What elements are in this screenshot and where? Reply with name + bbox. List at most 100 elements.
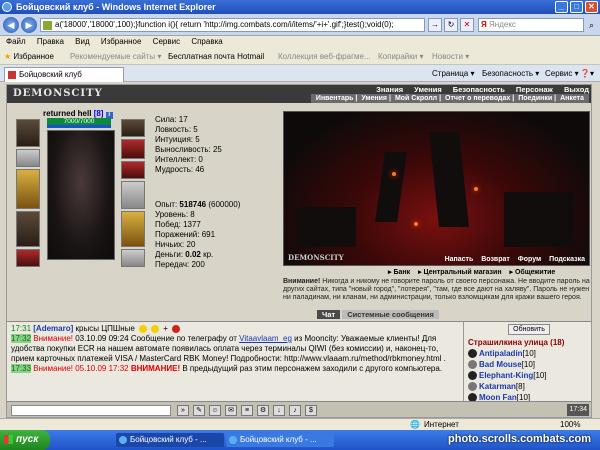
taskbar-item[interactable]: Бойцовский клуб - ... bbox=[226, 433, 334, 447]
filter-button[interactable]: ≡ bbox=[241, 405, 253, 416]
stop-button[interactable]: ✕ bbox=[460, 18, 474, 32]
online-user[interactable]: Elephant-King[10] bbox=[468, 370, 547, 381]
link-shop[interactable]: ▸ Центральный магазин bbox=[418, 269, 501, 276]
rings-slot[interactable] bbox=[121, 161, 145, 179]
scene-hint[interactable]: Подсказка bbox=[549, 256, 585, 263]
smiles-button[interactable]: ☺ bbox=[209, 405, 221, 416]
watermark: photo.scrolls.combats.com bbox=[448, 433, 592, 445]
chat-nick[interactable]: [Ademaro] bbox=[33, 324, 73, 333]
nav-security[interactable]: Безопасность bbox=[453, 85, 505, 94]
game-subnav: Инвентарь | Умения | Мой Скролл | Отчет о п… bbox=[310, 94, 589, 103]
window-title: Бойцовский клуб - Windows Internet Explo… bbox=[16, 2, 216, 12]
shield-slot[interactable] bbox=[121, 181, 145, 209]
page-menu[interactable]: Страница ▾ bbox=[432, 65, 475, 82]
settings-button[interactable]: ⚙ bbox=[257, 405, 269, 416]
close-button[interactable]: ✕ bbox=[585, 1, 598, 13]
tab-bar: Бойцовский клуб Страница ▾ Безопасность … bbox=[0, 65, 600, 82]
boots-slot[interactable] bbox=[121, 249, 145, 267]
fav-item-news[interactable]: Новости ▾ bbox=[432, 48, 469, 64]
page-icon bbox=[43, 21, 52, 30]
location-image[interactable]: DEMONSCITY Напасть Возврат Форум Подсказ… bbox=[283, 111, 590, 266]
online-user[interactable]: Bad Mouse[10] bbox=[468, 359, 535, 370]
nav-exit[interactable]: Выход bbox=[564, 85, 589, 94]
online-user[interactable]: Katarman[8] bbox=[468, 381, 525, 392]
chat-input[interactable] bbox=[11, 405, 171, 416]
menu-favorites[interactable]: Избранное bbox=[101, 37, 142, 46]
nav-skills[interactable]: Умения bbox=[414, 85, 442, 94]
search-icon[interactable]: ⌕ bbox=[585, 18, 598, 32]
amulet-slot[interactable] bbox=[121, 139, 145, 159]
subnav-inventory[interactable]: Инвентарь bbox=[316, 95, 354, 102]
menu-tools[interactable]: Сервис bbox=[153, 37, 180, 46]
fav-item-webslices[interactable]: Коллекция веб-фрагме... bbox=[278, 48, 371, 64]
scroll-button[interactable]: ↓ bbox=[273, 405, 285, 416]
subnav-profile[interactable]: Анкета bbox=[560, 95, 584, 102]
refresh-online-button[interactable]: Обновить bbox=[508, 324, 550, 335]
minimize-button[interactable]: _ bbox=[555, 1, 568, 13]
clear-button[interactable]: ✎ bbox=[193, 405, 205, 416]
draws: Ничьих: 20 bbox=[155, 240, 196, 249]
subnav-scroll[interactable]: Мой Скролл bbox=[395, 95, 437, 102]
chat-message: 17:33 Внимание! 05.10.09 17:32 ВНИМАНИЕ!… bbox=[11, 364, 443, 373]
private-button[interactable]: ✉ bbox=[225, 405, 237, 416]
scene-return[interactable]: Возврат bbox=[481, 256, 510, 263]
bracers-slot[interactable] bbox=[16, 149, 40, 167]
security-menu[interactable]: Безопасность ▾ bbox=[482, 65, 539, 82]
stat-intellect: Интеллект: 0 bbox=[155, 155, 203, 164]
menu-file[interactable]: Файл bbox=[6, 37, 26, 46]
help-menu[interactable]: ❓▾ bbox=[580, 65, 594, 82]
search-input[interactable]: Я Яндекс bbox=[478, 18, 584, 32]
address-input[interactable]: a('18000','18000',100);}function i(){ re… bbox=[40, 18, 425, 32]
belt-slot[interactable] bbox=[16, 249, 40, 267]
online-user[interactable]: Moon Fan[10] bbox=[468, 392, 530, 401]
back-button[interactable]: ◀ bbox=[3, 17, 19, 33]
link-bank[interactable]: ▸ Банк bbox=[388, 269, 410, 276]
rock-pillar bbox=[429, 132, 469, 227]
link-hostel[interactable]: ▸ Общежитие bbox=[510, 269, 556, 276]
ie-icon bbox=[229, 436, 237, 444]
maximize-button[interactable]: □ bbox=[570, 1, 583, 13]
rock-pillar bbox=[375, 152, 407, 222]
smiley-icon bbox=[151, 324, 160, 333]
nav-knowledge[interactable]: Знания bbox=[376, 85, 403, 94]
trade-button[interactable]: $ bbox=[305, 405, 317, 416]
menu-view[interactable]: Вид bbox=[75, 37, 89, 46]
nav-character[interactable]: Персонаж bbox=[516, 85, 553, 94]
stat-wisdom: Мудрость: 46 bbox=[155, 165, 205, 174]
forward-button[interactable]: ▶ bbox=[21, 17, 37, 33]
subnav-fights[interactable]: Поединки bbox=[518, 95, 552, 102]
taskbar-item[interactable]: Бойцовский клуб - ... bbox=[116, 433, 224, 447]
rose-icon bbox=[172, 324, 181, 333]
armor-slot[interactable] bbox=[16, 211, 40, 247]
go-button[interactable]: → bbox=[428, 18, 442, 32]
weapon-slot[interactable] bbox=[16, 169, 40, 209]
tab-active[interactable]: Бойцовский клуб bbox=[4, 67, 124, 82]
scene-forum[interactable]: Форум bbox=[518, 256, 541, 263]
stat-strength: Сила: 17 bbox=[155, 115, 188, 124]
earrings-slot[interactable] bbox=[121, 119, 145, 137]
menu-help[interactable]: Справка bbox=[191, 37, 222, 46]
legs-slot[interactable] bbox=[121, 211, 145, 247]
chat-log: 17:31 [Ademaro] крысы ЦПШные + 17:32 Вни… bbox=[7, 321, 463, 401]
tab-chat[interactable]: Чат bbox=[317, 310, 341, 319]
tab-system[interactable]: Системные сообщения bbox=[342, 310, 439, 319]
fav-item-copyright[interactable]: Копирайки ▾ bbox=[378, 48, 423, 64]
fav-item-hotmail[interactable]: Бесплатная почта Hotmail bbox=[168, 48, 264, 64]
favorites-bar: ★ Избранное Рекомендуемые сайты ▾ Беспла… bbox=[0, 48, 600, 65]
start-button[interactable]: пуск bbox=[0, 430, 50, 450]
subnav-skills[interactable]: Умения bbox=[361, 95, 387, 102]
character-level: [8] bbox=[93, 109, 104, 118]
favorites-button[interactable]: ★ Избранное bbox=[4, 48, 54, 64]
subnav-transfers[interactable]: Отчет о переводах bbox=[445, 95, 510, 102]
tools-menu[interactable]: Сервис ▾ bbox=[545, 65, 579, 82]
refresh-button[interactable]: ↻ bbox=[444, 18, 458, 32]
send-button[interactable]: » bbox=[177, 405, 189, 416]
online-user[interactable]: Antipaladin[10] bbox=[468, 348, 536, 359]
status-bar: 🌐 Интернет 100% bbox=[0, 418, 600, 430]
sound-button[interactable]: ♪ bbox=[289, 405, 301, 416]
fav-item-recommended[interactable]: Рекомендуемые сайты ▾ bbox=[70, 48, 161, 64]
helmet-slot[interactable] bbox=[16, 119, 40, 147]
scene-attack[interactable]: Напасть bbox=[445, 256, 474, 263]
ie-icon bbox=[2, 2, 12, 12]
menu-edit[interactable]: Правка bbox=[37, 37, 64, 46]
